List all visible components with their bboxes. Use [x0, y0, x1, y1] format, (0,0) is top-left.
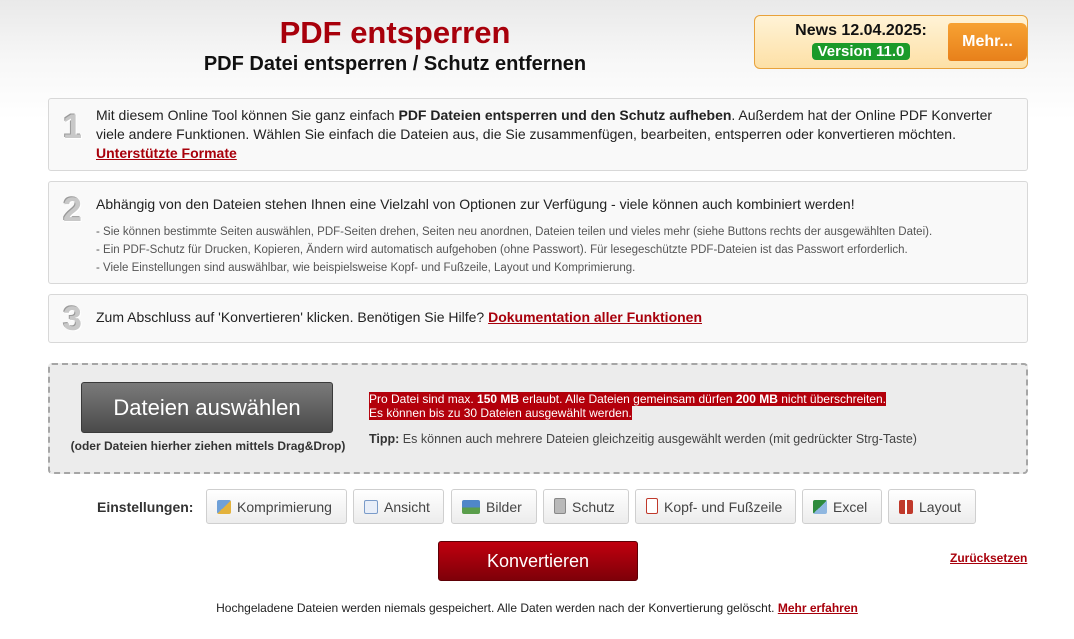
- upload-limits: Pro Datei sind max. 150 MB erlaubt. Alle…: [369, 392, 886, 420]
- settings-header-footer-button[interactable]: Kopf- und Fußzeile: [635, 489, 796, 524]
- step-number-1: 1: [63, 108, 82, 146]
- layout-icon: [899, 500, 913, 514]
- image-icon: [462, 500, 480, 514]
- settings-images-button[interactable]: Bilder: [451, 489, 537, 524]
- footer-text: Hochgeladene Dateien werden niemals gesp…: [216, 601, 778, 615]
- option-label: Kopf- und Fußzeile: [664, 499, 783, 515]
- limit-text: Pro Datei sind max.: [369, 392, 478, 406]
- step-3-text: Zum Abschluss auf 'Konvertieren' klicken…: [96, 308, 1015, 327]
- limit-line-1: Pro Datei sind max. 150 MB erlaubt. Alle…: [369, 392, 886, 406]
- limit-total-size: 200 MB: [735, 392, 778, 406]
- settings-view-button[interactable]: Ansicht: [353, 489, 444, 524]
- page-title: PDF entsperren: [279, 15, 511, 50]
- step-number-3: 3: [63, 300, 82, 338]
- settings-compression-button[interactable]: Komprimierung: [206, 489, 347, 524]
- reset-link[interactable]: Zurücksetzen: [950, 551, 1027, 565]
- step-1-box: 1 Mit diesem Online Tool können Sie ganz…: [48, 98, 1028, 171]
- step-2-box: 2 Abhängig von den Dateien stehen Ihnen …: [48, 181, 1028, 284]
- bullet-item: - Sie können bestimmte Seiten auswählen,…: [96, 226, 933, 238]
- lock-icon: [554, 498, 566, 514]
- tip-text: Es können auch mehrere Dateien gleichzei…: [399, 432, 917, 446]
- settings-layout-button[interactable]: Layout: [888, 489, 976, 524]
- file-drop-zone[interactable]: Dateien auswählen (oder Dateien hierher …: [48, 363, 1028, 474]
- supported-formats-link[interactable]: Unterstützte Formate: [96, 145, 237, 161]
- limit-line-2: Es können bis zu 30 Dateien ausgewählt w…: [369, 406, 632, 420]
- page-subtitle: PDF Datei entsperren / Schutz entfernen: [203, 53, 587, 75]
- option-label: Ansicht: [384, 499, 430, 515]
- documentation-link[interactable]: Dokumentation aller Funktionen: [488, 309, 702, 325]
- settings-protection-button[interactable]: Schutz: [543, 489, 629, 524]
- option-label: Schutz: [572, 499, 615, 515]
- privacy-footer: Hochgeladene Dateien werden niemals gesp…: [0, 601, 1074, 615]
- step-2-heading: Abhängig von den Dateien stehen Ihnen ei…: [96, 196, 855, 212]
- bullet-item: - Ein PDF-Schutz für Drucken, Kopieren, …: [96, 244, 908, 256]
- convert-button[interactable]: Konvertieren: [438, 541, 638, 581]
- bullet-item: - Viele Einstellungen sind auswählbar, w…: [96, 262, 636, 274]
- excel-icon: [813, 500, 827, 514]
- step-3-box: 3 Zum Abschluss auf 'Konvertieren' klick…: [48, 294, 1028, 343]
- limit-text: erlaubt. Alle Dateien gemeinsam dürfen: [519, 392, 736, 406]
- step-3-text-start: Zum Abschluss auf 'Konvertieren' klicken…: [96, 309, 489, 325]
- tip-label: Tipp:: [369, 432, 400, 446]
- settings-label: Einstellungen:: [97, 499, 194, 515]
- step-1-text: Mit diesem Online Tool können Sie ganz e…: [96, 106, 1015, 163]
- option-label: Layout: [919, 499, 962, 515]
- upload-tip: Tipp: Es können auch mehrere Dateien gle…: [369, 432, 917, 446]
- step-number-2: 2: [63, 191, 82, 229]
- step-1-text-start: Mit diesem Online Tool können Sie ganz e…: [96, 107, 399, 123]
- step-2-bullets: - Sie können bestimmte Seiten auswählen,…: [96, 223, 1015, 277]
- view-icon: [364, 500, 378, 514]
- choose-files-button[interactable]: Dateien auswählen: [81, 382, 333, 433]
- learn-more-link[interactable]: Mehr erfahren: [778, 601, 858, 615]
- step-1-text-bold: PDF Dateien entsperren und den Schutz au…: [398, 107, 732, 123]
- drag-drop-hint: (oder Dateien hierher ziehen mittels Dra…: [70, 439, 346, 453]
- limit-file-size: 150 MB: [477, 392, 520, 406]
- option-label: Bilder: [486, 499, 522, 515]
- settings-excel-button[interactable]: Excel: [802, 489, 882, 524]
- news-more-button[interactable]: Mehr...: [948, 23, 1027, 61]
- header-footer-icon: [646, 498, 658, 514]
- news-label: News 12.04.2025:: [795, 22, 927, 39]
- news-box: News 12.04.2025: Version 11.0 Mehr...: [754, 15, 1028, 69]
- version-badge: Version 11.0: [811, 43, 911, 60]
- option-label: Komprimierung: [237, 499, 332, 515]
- limit-text: nicht überschreiten.: [777, 392, 886, 406]
- news-text: News 12.04.2025: Version 11.0: [771, 22, 951, 61]
- compress-icon: [217, 500, 231, 514]
- step-2-text: Abhängig von den Dateien stehen Ihnen ei…: [96, 195, 1015, 277]
- option-label: Excel: [833, 499, 868, 515]
